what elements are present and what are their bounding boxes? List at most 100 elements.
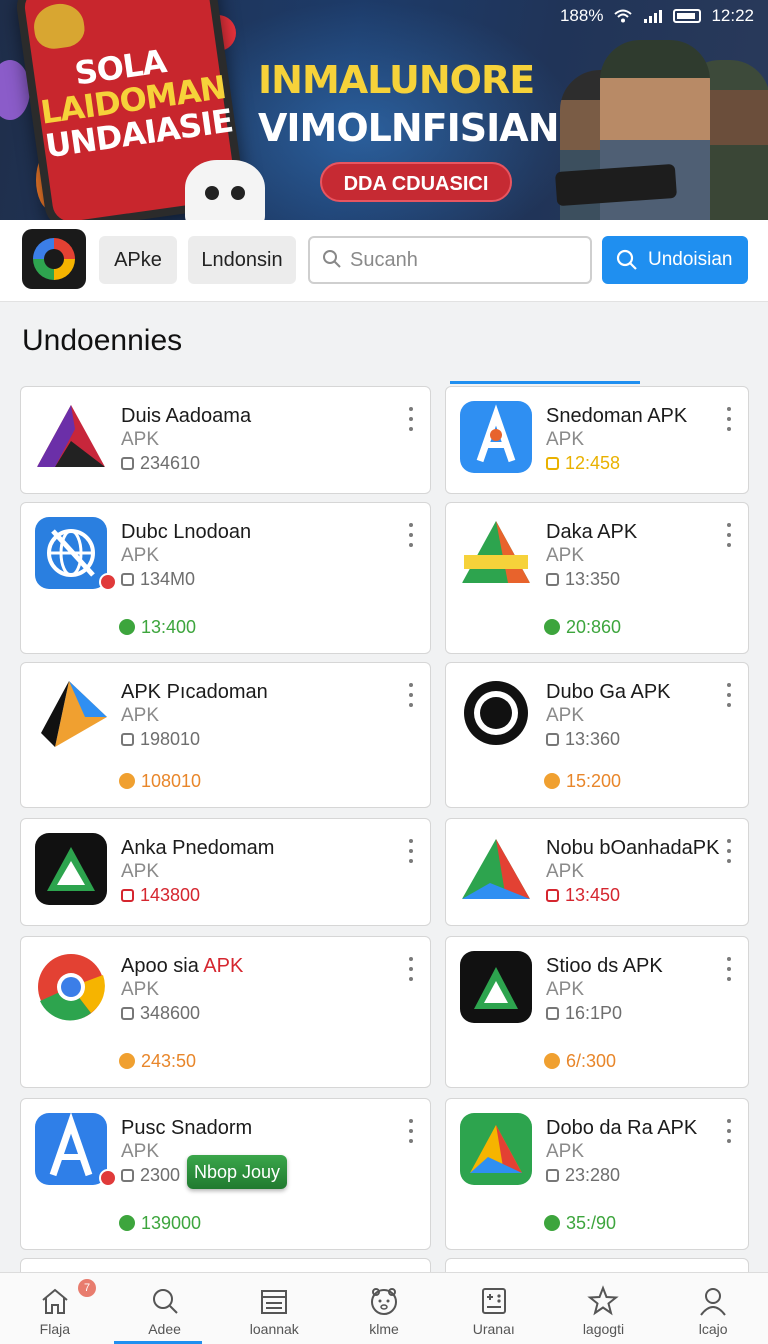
app-name: Daka APK [546,521,638,543]
filter-chip-category[interactable]: Lndonsin [188,236,296,284]
calendar-icon [261,1290,288,1314]
more-options-icon[interactable] [408,957,414,981]
app-name: Stioo ds APK [546,955,663,977]
size-icon [121,457,134,470]
app-type: APK [121,545,160,566]
promo-banner[interactable]: SOLA LAIDOMAN UNDAIASIE INMALUNORE VIMOL… [0,0,768,220]
nav-label: lagogti [582,1321,625,1337]
mascot-icon [371,1288,398,1315]
app-type: APK [546,861,585,882]
app-name: Pusc Snadorm [121,1117,253,1139]
app-card[interactable]: Apoo sia APK APK 348600 243:50 [20,936,431,1088]
app-name: Apoo sia APK [121,955,243,978]
app-card[interactable]: Daka APK APK 13:350 20:860 [445,502,749,654]
promo-tag-button[interactable]: Nbop Jouy [187,1155,287,1189]
app-card[interactable]: Duis Aadoama APK 234610 [20,386,431,494]
more-options-icon[interactable] [408,523,414,547]
more-options-icon[interactable] [726,407,732,431]
app-card[interactable]: Snedoman APK APK 12:458 [445,386,749,494]
app-name-suffix: APK [203,955,244,977]
app-name-text: Apoo sia [121,955,204,977]
app-card[interactable]: Anka Pnedomam APK 143800 [20,818,431,926]
nav-home[interactable]: 7 Flaja [0,1273,110,1344]
app-size-value: 13:350 [565,569,621,589]
more-options-icon[interactable] [408,839,414,863]
wifi-icon [614,9,633,23]
app-name: APK Pıcadoman [121,681,268,703]
nav-label: Uranaı [472,1321,515,1337]
search-box[interactable] [308,236,592,284]
more-options-icon[interactable] [408,683,414,707]
search-input[interactable] [350,246,580,274]
thumbs-up-icon [119,773,135,789]
app-card[interactable]: Nobu bOanhadaPK APK 13:450 [445,818,749,926]
app-card[interactable]: Dobo da Ra APK APK 23:280 35:/90 [445,1098,749,1250]
more-options-icon[interactable] [726,1119,732,1143]
headline-line-1: INMALUNORE [258,58,535,102]
app-icon [35,833,107,905]
nav-label: Adee [148,1321,181,1337]
size-icon [121,733,134,746]
profile-icon [700,1288,726,1316]
app-stat-value: 6/:300 [566,1051,617,1071]
active-tab-indicator [450,381,640,384]
app-type: APK [546,1141,585,1162]
gear-icon [119,619,135,635]
more-options-icon[interactable] [726,839,732,863]
battery-icon [673,9,702,23]
app-icon [460,677,532,749]
app-icon [460,951,532,1023]
app-size: 23:280 [546,1165,620,1186]
size-icon [546,1007,559,1020]
app-stat-value: 13:400 [141,617,197,637]
nav-favorites[interactable]: lagogti [549,1273,659,1344]
app-icon [460,517,532,589]
nav-calendar[interactable]: loannak [219,1273,329,1344]
app-card[interactable]: Dubo Ga APK APK 13:360 15:200 [445,662,749,808]
size-icon [546,573,559,586]
banner-headline: INMALUNORE VIMOLNFISIAN [258,56,559,152]
app-icon [460,1113,532,1185]
nav-profile[interactable]: lcajo [658,1273,768,1344]
app-logo-icon[interactable] [22,229,86,289]
app-size: 13:360 [546,729,620,750]
battery-percent: 188% [559,6,604,25]
nav-games[interactable]: Uranaı [439,1273,549,1344]
more-options-icon[interactable] [726,957,732,981]
banner-cta-button[interactable]: DDA CDUASICI [320,162,512,202]
more-options-icon[interactable] [726,683,732,707]
app-card[interactable]: Stioo ds APK APK 16:1P0 6/:300 [445,936,749,1088]
nav-label: lcajo [698,1321,728,1337]
app-icon [35,517,107,589]
search-icon [616,249,637,270]
app-stat-value: 139000 [141,1213,202,1233]
app-type: APK [546,545,585,566]
app-size: 348600 [121,1003,200,1024]
app-icon [35,951,107,1023]
size-icon [546,1169,559,1182]
app-icon [35,401,107,473]
app-size-value: 348600 [140,1003,201,1023]
size-icon [546,733,559,746]
app-card[interactable]: Dubc Lnodoan APK 134M0 13:400 [20,502,431,654]
app-card[interactable]: Pusc Snadorm APK 2300 Nbop Jouy 139000 [20,1098,431,1250]
app-card[interactable]: APK Pıcadoman APK 198010 108010 [20,662,431,808]
app-icon [460,833,532,905]
status-bar: 188% 12:22 [560,6,754,26]
nav-search[interactable]: Adee [110,1273,220,1344]
size-icon [121,573,134,586]
more-options-icon[interactable] [408,1119,414,1143]
filter-chip-apk[interactable]: APke [99,236,177,284]
more-options-icon[interactable] [726,523,732,547]
app-icon [35,1113,107,1185]
signal-icon [644,10,663,23]
app-stat-value: 15:200 [566,771,622,791]
app-stat: 35:/90 [544,1213,616,1234]
bottom-nav: 7 Flaja Adee loannak klme Uranaı lagogti… [0,1272,768,1344]
app-name: Dubc Lnodoan [121,521,252,543]
more-options-icon[interactable] [408,407,414,431]
nav-mascot[interactable]: klme [329,1273,439,1344]
app-size-value: 23:280 [565,1165,621,1185]
size-icon [121,1007,134,1020]
search-button[interactable]: Undoisian [602,236,748,284]
